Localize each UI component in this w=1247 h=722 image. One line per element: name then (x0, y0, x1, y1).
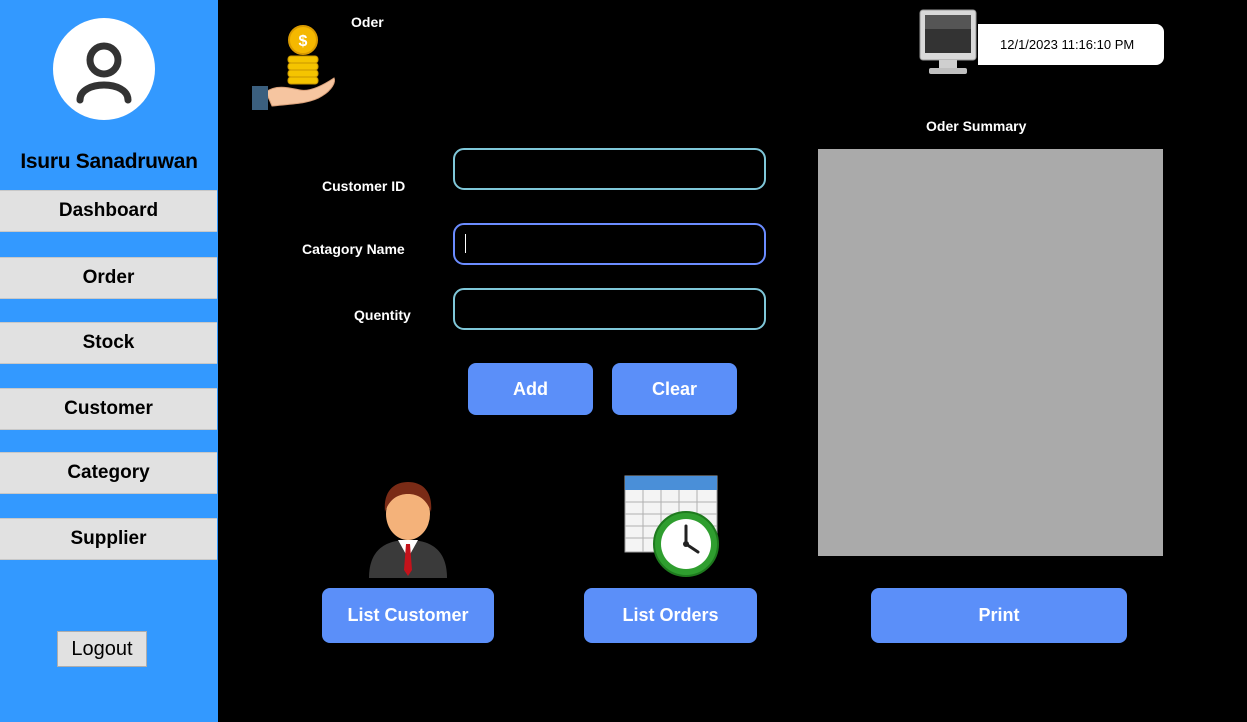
order-summary-panel (818, 149, 1163, 556)
add-button[interactable]: Add (468, 363, 593, 415)
nav-supplier-button[interactable]: Supplier (0, 518, 217, 560)
nav-category-button[interactable]: Category (0, 452, 217, 494)
calendar-clock-icon (624, 475, 719, 577)
nav-dashboard-button[interactable]: Dashboard (0, 190, 217, 232)
category-name-input[interactable] (453, 223, 766, 265)
svg-text:$: $ (299, 33, 308, 50)
sidebar: Isuru Sanadruwan Dashboard Order Stock C… (0, 0, 218, 722)
summary-title: Oder Summary (926, 118, 1027, 134)
print-button[interactable]: Print (871, 588, 1127, 643)
clear-button[interactable]: Clear (612, 363, 737, 415)
monitor-icon (919, 9, 977, 74)
nav-order-button[interactable]: Order (0, 257, 217, 299)
datetime-display: 12/1/2023 11:16:10 PM (978, 24, 1164, 65)
category-name-label: Catagory Name (302, 241, 405, 257)
customer-id-label: Customer ID (322, 178, 406, 194)
user-icon (76, 42, 132, 104)
hand-coins-icon: $ (252, 25, 335, 110)
user-name: Isuru Sanadruwan (20, 150, 198, 173)
avatar (53, 18, 155, 120)
quantity-label: Quentity (354, 307, 411, 323)
quantity-input[interactable] (453, 288, 766, 330)
nav-stock-button[interactable]: Stock (0, 322, 217, 364)
logout-button[interactable]: Logout (57, 631, 147, 667)
businessman-icon (369, 482, 447, 578)
list-orders-button[interactable]: List Orders (584, 588, 757, 643)
page-title: Oder (351, 14, 384, 30)
customer-id-input[interactable] (453, 148, 766, 190)
nav-customer-button[interactable]: Customer (0, 388, 217, 430)
list-customer-button[interactable]: List Customer (322, 588, 494, 643)
text-caret (465, 234, 466, 253)
